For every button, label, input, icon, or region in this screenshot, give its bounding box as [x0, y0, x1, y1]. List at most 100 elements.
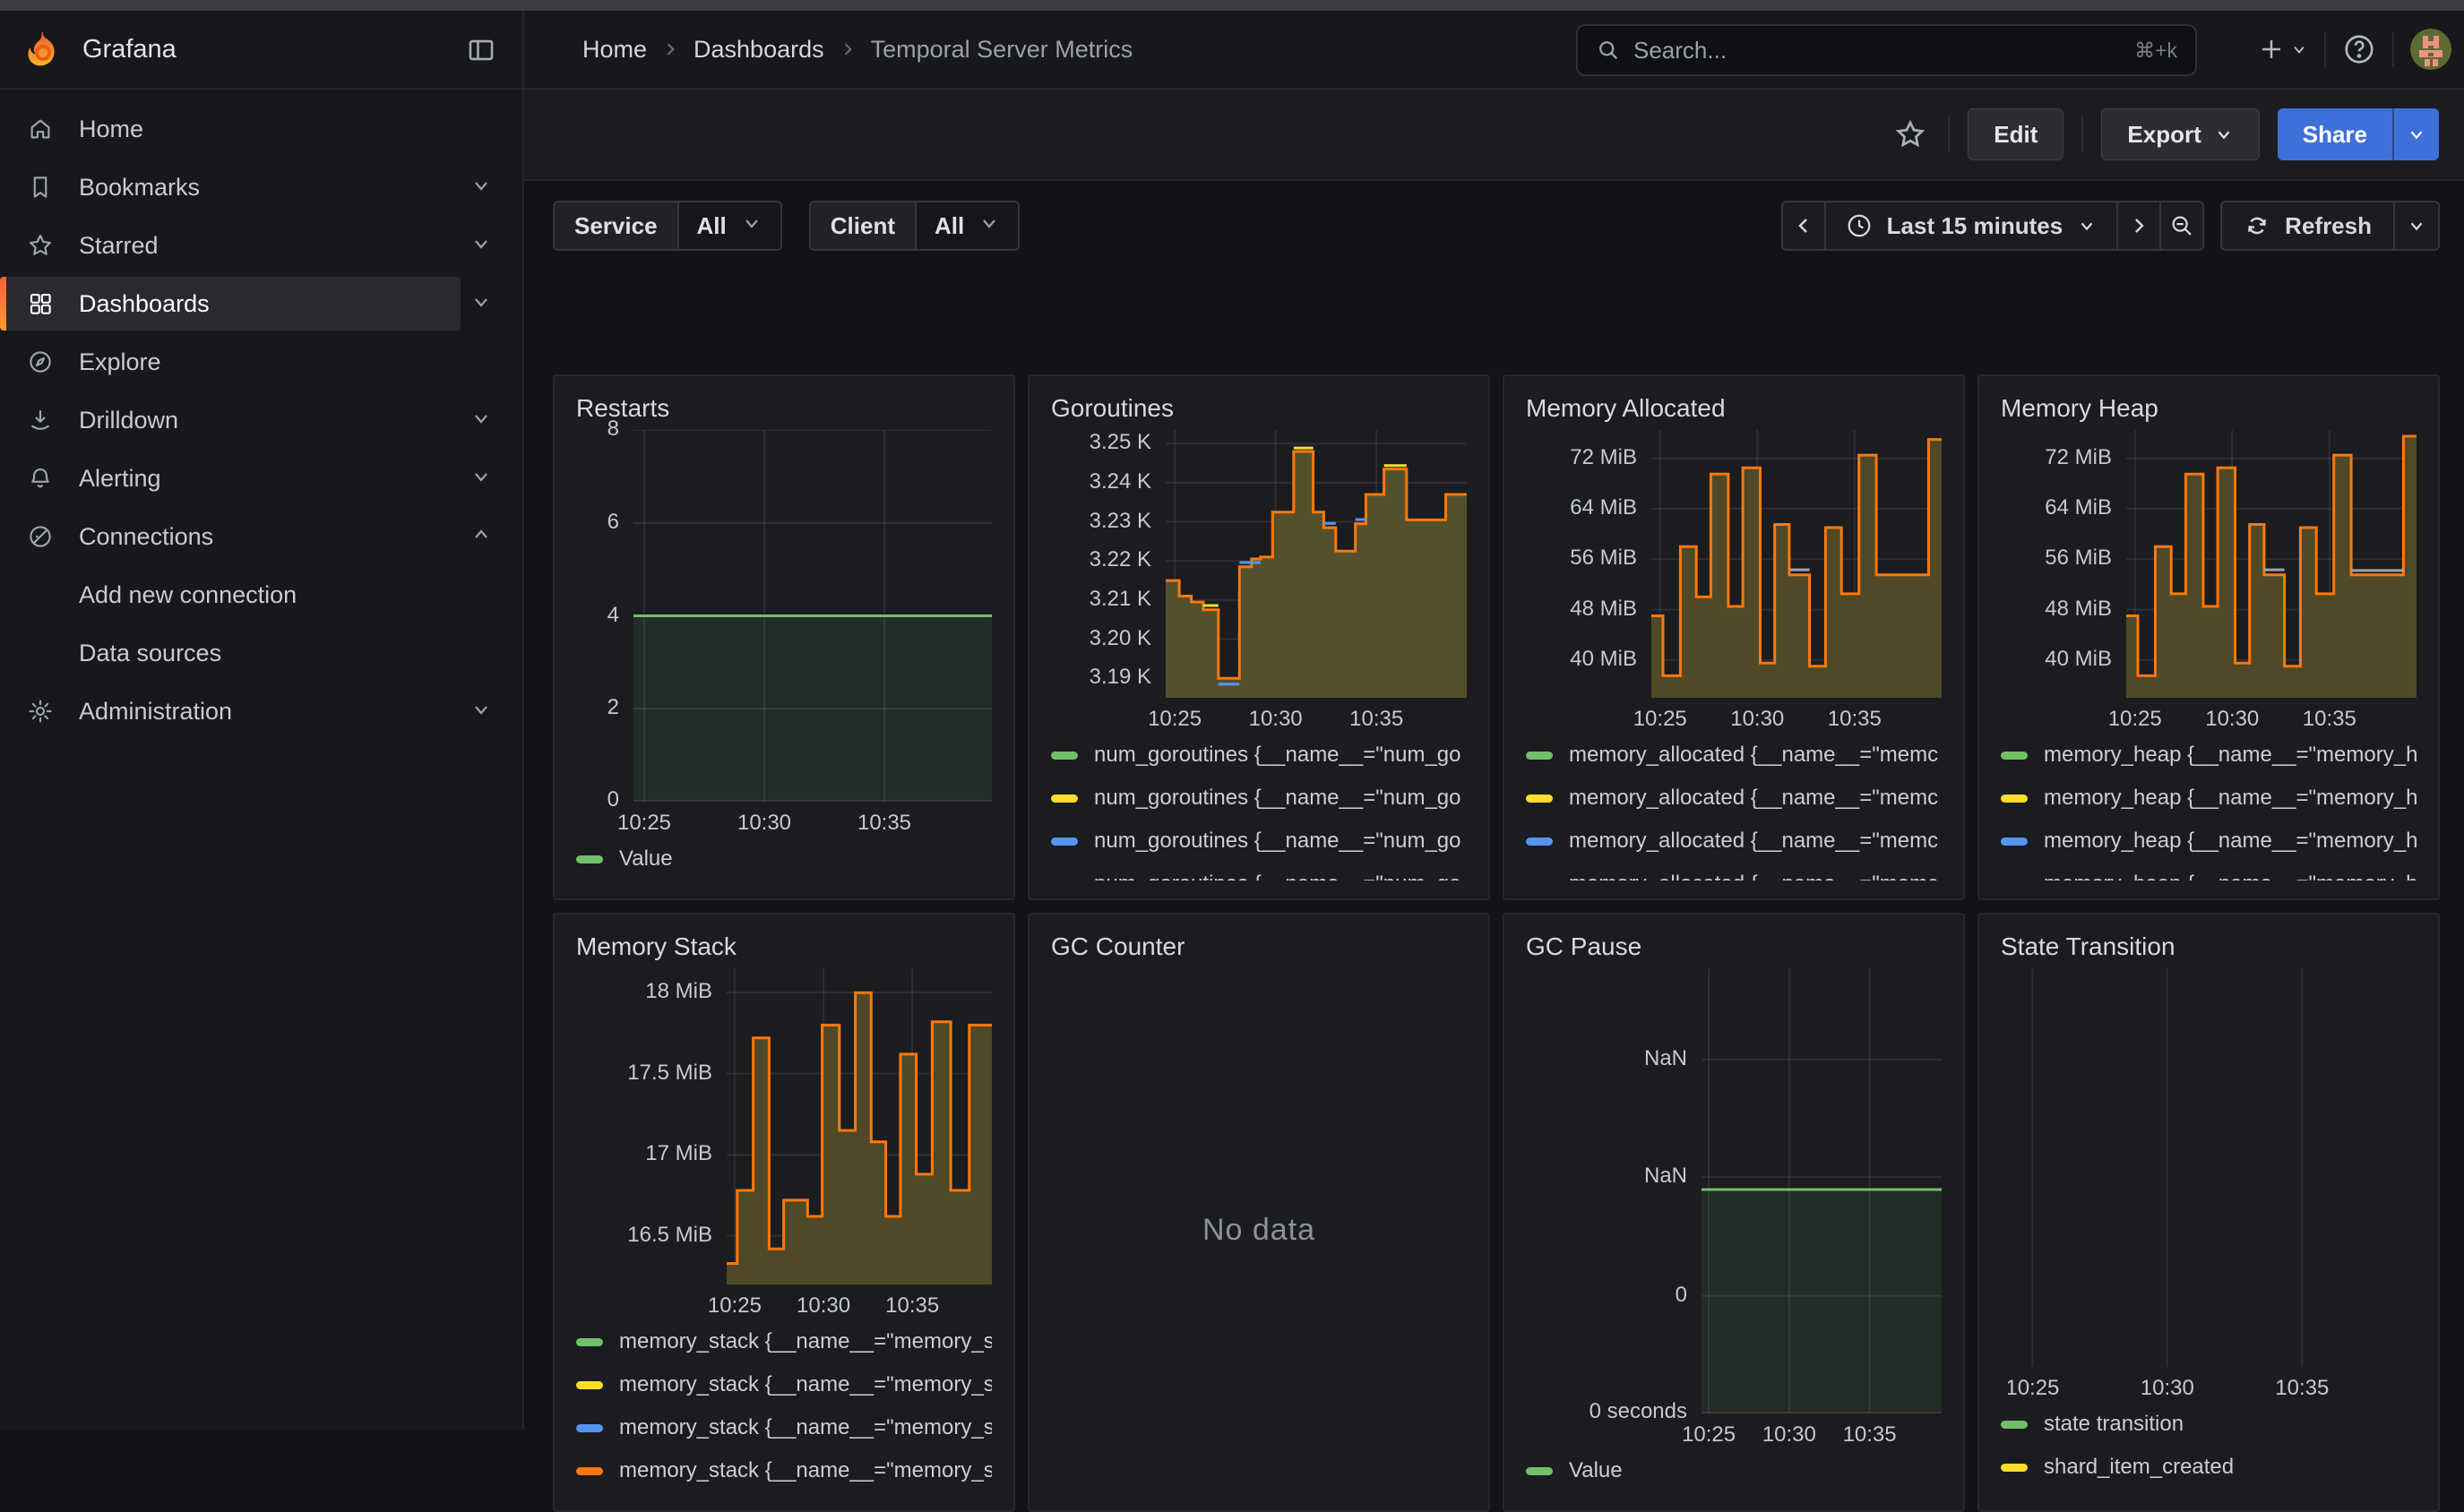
sidebar-item-drilldown[interactable]: Drilldown	[0, 391, 522, 449]
filter-client[interactable]: ClientAll	[809, 201, 1020, 251]
help-button[interactable]	[2342, 32, 2376, 66]
legend-item[interactable]: num_goroutines {__name__="num_go	[1051, 820, 1467, 863]
export-button[interactable]: Export	[2101, 108, 2259, 160]
legend-item[interactable]: memory_stack {__name__="memory_s	[576, 1449, 992, 1492]
sidebar-item-connections[interactable]: Connections	[0, 508, 522, 565]
edit-button[interactable]: Edit	[1968, 108, 2063, 160]
filter-label: Service	[555, 202, 677, 249]
refresh-interval-dropdown[interactable]	[2393, 201, 2440, 251]
legend-series-label: memory_heap {__name__="memory_h	[2044, 786, 2417, 811]
filter-value-dropdown[interactable]: All	[677, 202, 780, 249]
panel-title[interactable]: Memory Allocated	[1526, 394, 1942, 430]
sidebar-item-alerting[interactable]: Alerting	[0, 450, 522, 507]
refresh-button-group: Refresh	[2220, 201, 2440, 251]
legend-item[interactable]: num_goroutines {__name__="num_go	[1051, 734, 1467, 777]
time-series-chart[interactable]: 0 seconds0NaNNaN10:2510:3010:35	[1526, 968, 1942, 1449]
time-shift-forward-button[interactable]	[2116, 201, 2161, 251]
chevron-down-icon[interactable]	[470, 699, 492, 725]
y-axis-labels: 02468	[576, 430, 633, 802]
legend-item[interactable]: memory_stack {__name__="memory_s	[576, 1406, 992, 1449]
help-icon	[2342, 32, 2376, 66]
legend-item[interactable]: memory_allocated {__name__="memc	[1526, 820, 1942, 863]
legend-item[interactable]: memory_heap {__name__="memory_h	[2001, 734, 2417, 777]
sidebar-item-starred[interactable]: Starred	[0, 217, 522, 274]
sidebar-item-home[interactable]: Home	[0, 100, 522, 158]
legend-series-swatch	[1051, 838, 1078, 846]
legend-item[interactable]: num_goroutines {__name__="num_go	[1051, 863, 1467, 881]
compass-icon	[25, 347, 56, 377]
sidebar-item-label: Home	[79, 116, 143, 143]
panel-title[interactable]: GC Pause	[1526, 932, 1942, 968]
panel-title[interactable]: GC Counter	[1051, 932, 1467, 968]
panel-title[interactable]: Memory Stack	[576, 932, 992, 968]
filter-service[interactable]: ServiceAll	[553, 201, 782, 251]
sidebar-item-label: Starred	[79, 232, 159, 260]
window-chrome-strip	[0, 0, 2464, 11]
legend-item[interactable]: Value	[1526, 1449, 1942, 1492]
favorite-star-icon[interactable]	[1891, 115, 1930, 154]
x-axis-labels: 10:2510:3010:35	[633, 802, 992, 838]
legend-item[interactable]: memory_stack {__name__="memory_s	[576, 1363, 992, 1406]
bell-icon	[25, 463, 56, 494]
panel-title[interactable]: Goroutines	[1051, 394, 1467, 430]
sidebar-item-dashboards[interactable]: Dashboards	[0, 275, 522, 332]
legend-item[interactable]: state transition	[2001, 1403, 2417, 1446]
panel-title[interactable]: Restarts	[576, 394, 992, 430]
panel-title[interactable]: State Transition	[2001, 932, 2417, 968]
gear-icon	[25, 696, 56, 726]
chevron-down-icon[interactable]	[470, 233, 492, 259]
no-data-message: No data	[1051, 968, 1467, 1492]
legend-item[interactable]: num_goroutines {__name__="num_go	[1051, 777, 1467, 820]
time-shift-back-button[interactable]	[1781, 201, 1826, 251]
panel-title[interactable]: Memory Heap	[2001, 394, 2417, 430]
time-series-chart[interactable]: 3.19 K3.20 K3.21 K3.22 K3.23 K3.24 K3.25…	[1051, 430, 1467, 734]
sidebar-toggle-icon[interactable]	[463, 32, 499, 68]
chevron-down-icon[interactable]	[470, 291, 492, 317]
chevron-up-icon[interactable]	[470, 524, 492, 550]
legend-item[interactable]: memory_heap {__name__="memory_h	[2001, 777, 2417, 820]
legend-item[interactable]: shard_item_created	[2001, 1446, 2417, 1489]
sidebar-item-administration[interactable]: Administration	[0, 683, 522, 740]
time-range-picker[interactable]: Last 15 minutes	[1824, 201, 2119, 251]
user-avatar[interactable]	[2410, 29, 2451, 70]
y-axis-labels: 0 seconds0NaNNaN	[1526, 968, 1702, 1413]
star-icon	[25, 230, 56, 261]
sidebar-item-bookmarks[interactable]: Bookmarks	[0, 159, 522, 216]
legend-series-swatch	[2001, 752, 2028, 760]
breadcrumb-home[interactable]: Home	[582, 36, 647, 64]
time-series-chart[interactable]: 10:2510:3010:35	[2001, 968, 2417, 1403]
breadcrumb-dashboards[interactable]: Dashboards	[694, 36, 824, 64]
breadcrumb: Home Dashboards Temporal Server Metrics	[582, 11, 1133, 88]
chevron-down-icon[interactable]	[470, 466, 492, 492]
chevron-down-icon[interactable]	[470, 408, 492, 434]
legend-series-swatch	[576, 1381, 603, 1389]
refresh-button[interactable]: Refresh	[2220, 201, 2395, 251]
sidebar-item-explore[interactable]: Explore	[0, 333, 522, 391]
legend-item[interactable]: memory_allocated {__name__="memc	[1526, 734, 1942, 777]
chevron-down-icon[interactable]	[470, 175, 492, 201]
time-series-chart[interactable]: 0246810:2510:3010:35	[576, 430, 992, 838]
share-dropdown-button[interactable]	[2392, 108, 2439, 160]
panel-memory-heap: Memory Heap40 MiB48 MiB56 MiB64 MiB72 Mi…	[1977, 374, 2440, 900]
legend-item[interactable]: memory_allocated {__name__="memc	[1526, 863, 1942, 881]
add-new-button[interactable]	[2258, 36, 2308, 63]
search-input[interactable]	[1633, 37, 2134, 64]
legend-item[interactable]: memory_heap {__name__="memory_h	[2001, 820, 2417, 863]
filter-value-dropdown[interactable]: All	[915, 202, 1018, 249]
time-series-chart[interactable]: 40 MiB48 MiB56 MiB64 MiB72 MiB10:2510:30…	[1526, 430, 1942, 734]
sidebar-item-data-sources[interactable]: Data sources	[0, 624, 522, 682]
legend-item[interactable]: memory_stack {__name__="memory_s	[576, 1320, 992, 1363]
plus-icon	[2258, 36, 2285, 63]
chart-legend: Value	[576, 838, 992, 881]
sidebar-item-add-new-connection[interactable]: Add new connection	[0, 566, 522, 623]
zoom-out-button[interactable]	[2159, 201, 2204, 251]
time-series-chart[interactable]: 16.5 MiB17 MiB17.5 MiB18 MiB10:2510:3010…	[576, 968, 992, 1320]
x-axis-labels: 10:2510:3010:35	[1651, 698, 1942, 734]
search-bar[interactable]: ⌘+k	[1576, 24, 2197, 76]
legend-item[interactable]: memory_allocated {__name__="memc	[1526, 777, 1942, 820]
legend-item[interactable]: memory_heap {__name__="memory_h	[2001, 863, 2417, 881]
share-button[interactable]: Share	[2278, 108, 2392, 160]
legend-series-swatch	[1526, 795, 1553, 803]
time-series-chart[interactable]: 40 MiB48 MiB56 MiB64 MiB72 MiB10:2510:30…	[2001, 430, 2417, 734]
legend-item[interactable]: Value	[576, 838, 992, 881]
